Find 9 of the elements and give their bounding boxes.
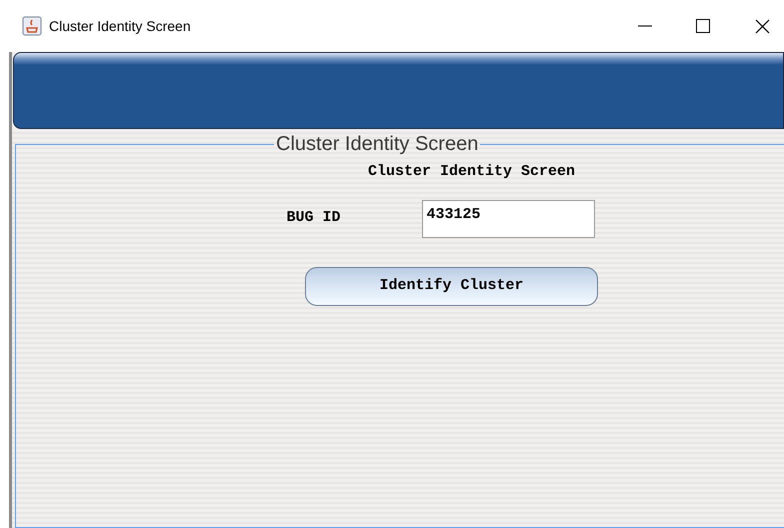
panel-title: Cluster Identity Screen xyxy=(275,133,480,155)
window-title: Cluster Identity Screen xyxy=(49,16,191,36)
identify-cluster-button[interactable]: Identify Cluster xyxy=(305,266,598,306)
app-icon xyxy=(22,16,42,36)
maximize-icon[interactable] xyxy=(696,19,710,33)
close-icon[interactable] xyxy=(755,18,770,34)
heading-label: Cluster Identity Screen xyxy=(368,162,576,182)
bug-id-field[interactable]: 433125 xyxy=(422,200,594,238)
bug-id-label: BUG ID xyxy=(286,208,342,228)
